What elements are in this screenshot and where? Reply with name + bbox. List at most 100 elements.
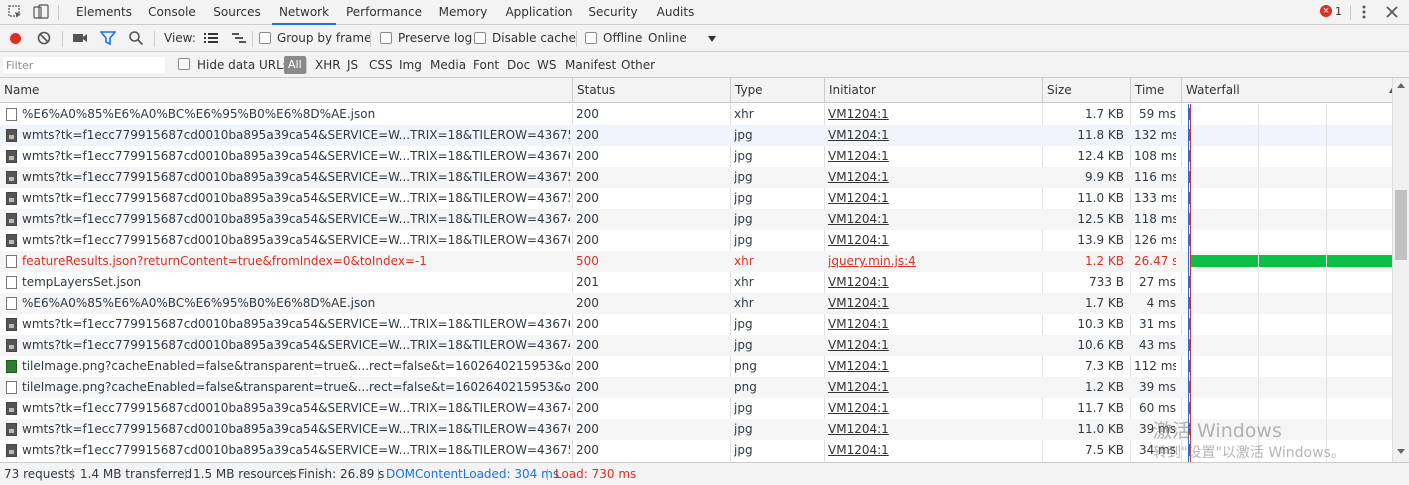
table-row[interactable]: tempLayersSet.json 201 xhr VM1204:1 733 B 27 … bbox=[0, 272, 1392, 293]
filter-type-all[interactable]: All bbox=[284, 56, 306, 74]
request-initiator[interactable]: VM1204:1 bbox=[828, 335, 1038, 356]
chevron-down-icon[interactable] bbox=[708, 36, 716, 42]
request-initiator[interactable]: VM1204:1 bbox=[828, 188, 1038, 209]
clear-icon[interactable] bbox=[36, 30, 52, 46]
capture-screenshots-icon[interactable] bbox=[72, 30, 88, 46]
request-time: 126 ms bbox=[1134, 233, 1176, 247]
request-size: 1.7 KB bbox=[1085, 107, 1124, 121]
table-row[interactable]: featureResults.json?returnContent=true&f… bbox=[0, 251, 1392, 272]
tab-network[interactable]: Network bbox=[272, 0, 336, 25]
request-initiator[interactable]: VM1204:1 bbox=[828, 356, 1038, 377]
request-initiator[interactable]: VM1204:1 bbox=[828, 104, 1038, 125]
request-initiator[interactable]: VM1204:1 bbox=[828, 293, 1038, 314]
filter-type-other[interactable]: Other bbox=[621, 58, 655, 72]
filter-type-js[interactable]: JS bbox=[347, 58, 358, 72]
filter-input[interactable] bbox=[2, 56, 166, 74]
group-by-frame-checkbox[interactable] bbox=[259, 32, 271, 44]
table-row[interactable]: wmts?tk=f1ecc779915687cd0010ba895a39ca54… bbox=[0, 209, 1392, 230]
close-icon[interactable] bbox=[1384, 4, 1400, 20]
scrollbar-thumb[interactable] bbox=[1395, 190, 1407, 260]
more-options-icon[interactable] bbox=[1356, 4, 1372, 20]
waterfall-timing-bar[interactable] bbox=[1190, 255, 1392, 267]
request-size: 1.2 KB bbox=[1085, 254, 1124, 268]
request-initiator[interactable]: VM1204:1 bbox=[828, 125, 1038, 146]
column-header-waterfall[interactable]: Waterfall bbox=[1181, 78, 1392, 103]
filter-type-doc[interactable]: Doc bbox=[507, 58, 530, 72]
request-initiator[interactable]: VM1204:1 bbox=[828, 209, 1038, 230]
table-row[interactable]: %E6%A0%85%E6%A0%BC%E6%95%B0%E6%8D%AE.jso… bbox=[0, 293, 1392, 314]
table-row[interactable]: tileImage.png?cacheEnabled=false&transpa… bbox=[0, 356, 1392, 377]
filter-type-font[interactable]: Font bbox=[473, 58, 499, 72]
tab-security[interactable]: Security bbox=[584, 0, 642, 25]
tab-console[interactable]: Console bbox=[142, 0, 202, 25]
disable-cache-checkbox[interactable] bbox=[474, 32, 486, 44]
filter-type-xhr[interactable]: XHR bbox=[315, 58, 341, 72]
tab-elements[interactable]: Elements bbox=[70, 0, 138, 25]
table-row[interactable]: wmts?tk=f1ecc779915687cd0010ba895a39ca54… bbox=[0, 314, 1392, 335]
scroll-up-icon[interactable] bbox=[1397, 83, 1405, 88]
request-time: 4 ms bbox=[1146, 296, 1176, 310]
column-header-time[interactable]: Time bbox=[1130, 78, 1181, 103]
column-header-size[interactable]: Size bbox=[1042, 78, 1130, 103]
tab-performance[interactable]: Performance bbox=[343, 0, 425, 25]
request-initiator[interactable]: VM1204:1 bbox=[828, 419, 1038, 440]
request-initiator[interactable]: VM1204:1 bbox=[828, 398, 1038, 419]
error-icon[interactable]: × bbox=[1320, 5, 1332, 17]
offline-checkbox[interactable] bbox=[585, 32, 597, 44]
hide-data-urls-label[interactable]: Hide data URLs bbox=[197, 58, 289, 72]
filter-type-manifest[interactable]: Manifest bbox=[565, 58, 616, 72]
request-initiator[interactable]: VM1204:1 bbox=[828, 272, 1038, 293]
offline-label[interactable]: Offline bbox=[603, 31, 642, 45]
overview-icon[interactable] bbox=[231, 30, 247, 46]
request-initiator[interactable]: VM1204:1 bbox=[828, 377, 1038, 398]
filter-icon[interactable] bbox=[100, 30, 116, 46]
tab-sources[interactable]: Sources bbox=[207, 0, 267, 25]
column-header-type[interactable]: Type bbox=[730, 78, 824, 103]
column-header-initiator[interactable]: Initiator bbox=[824, 78, 1042, 103]
request-status: 200 bbox=[576, 401, 599, 415]
filter-type-css[interactable]: CSS bbox=[369, 58, 393, 72]
filter-type-media[interactable]: Media bbox=[430, 58, 466, 72]
tab-audits[interactable]: Audits bbox=[648, 0, 703, 25]
throttling-select[interactable]: Online bbox=[648, 31, 687, 45]
column-header-name[interactable]: Name bbox=[0, 78, 572, 103]
image-file-icon bbox=[6, 129, 17, 142]
table-row[interactable]: wmts?tk=f1ecc779915687cd0010ba895a39ca54… bbox=[0, 335, 1392, 356]
table-row[interactable]: wmts?tk=f1ecc779915687cd0010ba895a39ca54… bbox=[0, 167, 1392, 188]
preserve-log-label[interactable]: Preserve log bbox=[398, 31, 472, 45]
scroll-down-icon[interactable] bbox=[1397, 449, 1405, 454]
request-size: 11.0 KB bbox=[1077, 422, 1124, 436]
filter-bar: Hide data URLs All XHR JS CSS Img Media … bbox=[0, 52, 1409, 78]
request-initiator[interactable]: VM1204:1 bbox=[828, 146, 1038, 167]
request-initiator[interactable]: VM1204:1 bbox=[828, 314, 1038, 335]
group-by-frame-label[interactable]: Group by frame bbox=[277, 31, 371, 45]
disable-cache-label[interactable]: Disable cache bbox=[492, 31, 576, 45]
table-row[interactable]: tileImage.png?cacheEnabled=false&transpa… bbox=[0, 377, 1392, 398]
column-header-status[interactable]: Status bbox=[572, 78, 730, 103]
tab-application[interactable]: Application bbox=[500, 0, 578, 25]
inspect-element-icon[interactable] bbox=[7, 4, 23, 20]
request-initiator[interactable]: jquery.min.js:4 bbox=[828, 251, 1038, 272]
request-initiator[interactable]: VM1204:1 bbox=[828, 167, 1038, 188]
table-row[interactable]: wmts?tk=f1ecc779915687cd0010ba895a39ca54… bbox=[0, 230, 1392, 251]
preserve-log-checkbox[interactable] bbox=[380, 32, 392, 44]
vertical-scrollbar[interactable] bbox=[1392, 78, 1409, 462]
request-initiator[interactable]: VM1204:1 bbox=[828, 440, 1038, 461]
request-name: wmts?tk=f1ecc779915687cd0010ba895a39ca54… bbox=[22, 212, 570, 226]
filter-type-ws[interactable]: WS bbox=[537, 58, 556, 72]
table-row[interactable]: %E6%A0%85%E6%A0%BC%E6%95%B0%E6%8D%AE.jso… bbox=[0, 104, 1392, 125]
device-toolbar-icon[interactable] bbox=[33, 4, 49, 20]
request-status: 200 bbox=[576, 149, 599, 163]
large-rows-icon[interactable] bbox=[203, 30, 219, 46]
table-row[interactable]: wmts?tk=f1ecc779915687cd0010ba895a39ca54… bbox=[0, 125, 1392, 146]
request-initiator[interactable]: VM1204:1 bbox=[828, 230, 1038, 251]
hide-data-urls-checkbox[interactable] bbox=[178, 58, 190, 70]
error-count[interactable]: 1 bbox=[1335, 5, 1342, 18]
table-row[interactable]: wmts?tk=f1ecc779915687cd0010ba895a39ca54… bbox=[0, 188, 1392, 209]
record-button[interactable] bbox=[9, 32, 22, 45]
filter-type-img[interactable]: Img bbox=[399, 58, 422, 72]
table-row[interactable]: wmts?tk=f1ecc779915687cd0010ba895a39ca54… bbox=[0, 146, 1392, 167]
tab-memory[interactable]: Memory bbox=[433, 0, 493, 25]
search-icon[interactable] bbox=[128, 30, 144, 46]
request-status: 200 bbox=[576, 380, 599, 394]
